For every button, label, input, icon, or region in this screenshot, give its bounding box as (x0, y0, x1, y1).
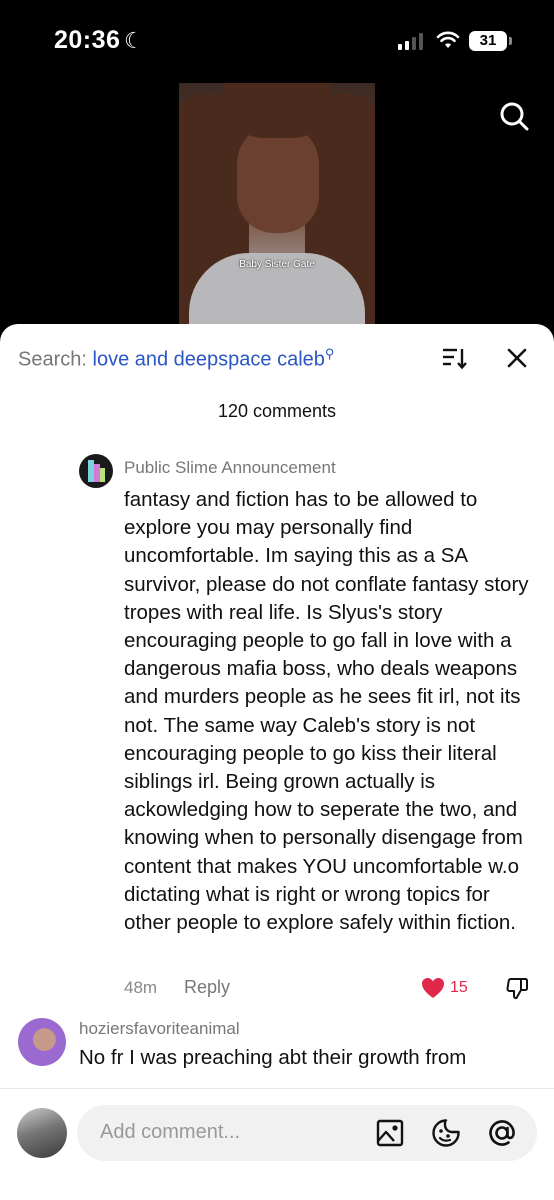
moon-icon: ☾ (124, 28, 144, 53)
search-term-link[interactable]: love and deepspace caleb (93, 349, 325, 371)
signal-icon (398, 32, 423, 50)
search-icon[interactable] (498, 100, 530, 132)
avatar[interactable] (79, 454, 113, 488)
comment-username[interactable]: Public Slime Announcement (124, 458, 336, 478)
video-caption: Baby Sister Gate (239, 259, 315, 270)
wifi-icon (436, 31, 460, 48)
battery-icon: 31 (469, 31, 512, 51)
video-preview[interactable]: Baby Sister Gate (179, 83, 375, 328)
video-frame-face (237, 123, 319, 233)
avatar[interactable] (18, 1018, 66, 1066)
comment-input[interactable] (100, 1121, 350, 1144)
comment-box[interactable] (77, 1105, 537, 1161)
reply-button[interactable]: Reply (184, 977, 230, 998)
emoji-sticker-icon[interactable] (431, 1118, 461, 1148)
avatar[interactable] (17, 1108, 67, 1158)
like-count: 15 (450, 979, 468, 996)
sort-icon[interactable] (442, 346, 468, 370)
video-frame-bangs (224, 83, 332, 138)
mention-icon[interactable] (487, 1118, 517, 1148)
clock: 20:36 (54, 26, 121, 54)
close-icon[interactable] (505, 346, 529, 370)
image-icon[interactable] (375, 1118, 405, 1148)
comments-count: 120 comments (217, 401, 337, 421)
search-label: Search: (18, 348, 87, 371)
comment-composer (0, 1088, 554, 1200)
comment-username[interactable]: hoziersfavoriteanimal (79, 1019, 240, 1039)
comments-sheet: Search: love and deepspace caleb⚲ 120 co… (0, 324, 554, 1200)
comment-text: No fr I was preaching abt their growth f… (79, 1046, 467, 1069)
search-suggestion[interactable]: Search: love and deepspace caleb⚲ (18, 346, 334, 372)
comment-text: fantasy and fiction has to be allowed to… (124, 488, 529, 935)
dislike-icon[interactable] (505, 976, 529, 1000)
search-small-icon: ⚲ (324, 346, 335, 361)
heart-icon[interactable] (421, 977, 445, 999)
comment-timestamp: 48m (124, 978, 158, 997)
status-bar: 20:36 ☾ 31 (0, 0, 554, 80)
